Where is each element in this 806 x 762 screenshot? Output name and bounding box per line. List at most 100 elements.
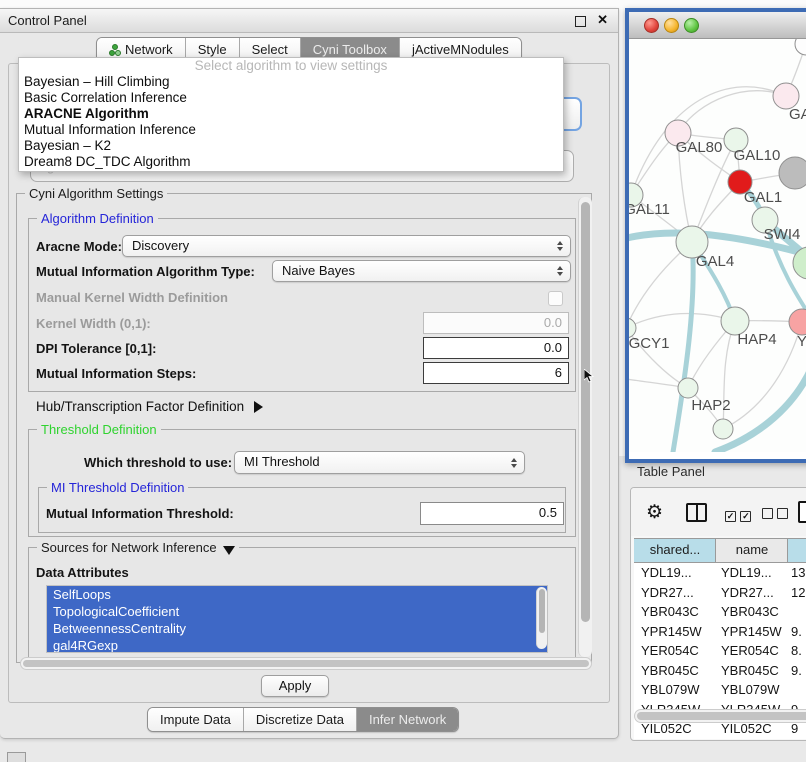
network-view-window: GALGAL80GAL10GAL1GAL11SWI4GAL4GCY1HAP4YH… (625, 8, 806, 463)
network-edge[interactable] (629, 314, 735, 328)
mi-type-combo[interactable]: Naive Bayes (272, 260, 571, 282)
column-header-partial[interactable] (788, 539, 806, 562)
network-node-y[interactable] (789, 309, 806, 335)
algorithm-option-basic-correlation-inference[interactable]: Basic Correlation Inference (19, 90, 563, 106)
network-node[interactable] (713, 419, 733, 439)
which-threshold-combo[interactable]: MI Threshold (234, 451, 525, 474)
network-node-hap2[interactable] (678, 378, 698, 398)
algorithm-option-bayesian-hill-climbing[interactable]: Bayesian – Hill Climbing (19, 74, 563, 90)
dock-panel-icon[interactable] (7, 752, 26, 762)
algorithm-option-aracne-algorithm[interactable]: ARACNE Algorithm (19, 106, 563, 122)
attributes-list-scrollbar[interactable] (536, 587, 547, 649)
node-label-gcy1: GCY1 (629, 335, 669, 352)
column-header-name[interactable]: name (716, 539, 788, 562)
table-row[interactable]: YDR27...YDR27...12 (634, 583, 806, 603)
table-row[interactable]: YPR145WYPR145W9. (634, 622, 806, 642)
table-row[interactable]: YBR045CYBR045C9. (634, 661, 806, 681)
minimize-traffic-light-icon[interactable] (664, 18, 679, 33)
network-edge[interactable] (678, 91, 786, 133)
data-attributes-list[interactable]: SelfLoopsTopologicalCoefficientBetweenne… (46, 585, 548, 653)
unchecked-pair-icon[interactable] (762, 506, 788, 524)
algorithm-option-mutual-information-inference[interactable]: Mutual Information Inference (19, 122, 563, 138)
tab-infer-network[interactable]: Infer Network (357, 708, 458, 731)
manual-kernel-checkbox[interactable] (548, 291, 563, 306)
dpi-tolerance-field[interactable]: 0.0 (423, 337, 569, 359)
attribute-item-selfloops[interactable]: SelfLoops (47, 586, 547, 603)
mi-threshold-field[interactable]: 0.5 (420, 502, 564, 525)
node-label-gal80: GAL80 (676, 139, 723, 156)
mi-steps-field[interactable]: 6 (423, 362, 569, 384)
tab-impute-data[interactable]: Impute Data (148, 708, 244, 731)
algorithm-option-bayesian-k2[interactable]: Bayesian – K2 (19, 138, 563, 154)
network-node[interactable] (795, 39, 806, 55)
node-label-gal10: GAL10 (734, 147, 781, 164)
table-row[interactable]: YDL19...YDL19...13 (634, 563, 806, 583)
table-cell: YBR045C (714, 661, 784, 681)
attribute-item-betweennesscentrality[interactable]: BetweennessCentrality (47, 620, 547, 637)
apply-button[interactable]: Apply (261, 675, 329, 697)
checkbox-empty-icon (777, 508, 788, 519)
node-label-gal11: GAL11 (629, 201, 670, 218)
column-header-shared[interactable]: shared... (634, 539, 716, 562)
close-icon[interactable]: ✕ (597, 12, 608, 28)
settings-vertical-scrollbar[interactable] (578, 197, 592, 657)
table-row[interactable]: YBL079WYBL079W (634, 680, 806, 700)
settings-horizontal-scrollbar[interactable] (20, 657, 592, 670)
checkbox-checked-icon: ✓ (725, 511, 736, 522)
tab-label: Network (125, 42, 173, 57)
sources-title-label: Sources for Network Inference (41, 540, 217, 555)
table-cell: YPR145W (634, 622, 714, 642)
zoom-traffic-light-icon[interactable] (684, 18, 699, 33)
network-canvas[interactable]: GALGAL80GAL10GAL1GAL11SWI4GAL4GCY1HAP4YH… (629, 39, 806, 452)
table-cell: YPR145W (714, 622, 784, 642)
table-cell: 8. (784, 641, 806, 661)
table-panel: ⚙ ✓ ✓ shared...name YDL19...YDL19...13YD… (630, 487, 806, 741)
table-row[interactable]: YER054CYER054C8. (634, 641, 806, 661)
hub-definition-expander[interactable]: Hub/Transcription Factor Definition (36, 399, 263, 414)
network-edge[interactable] (673, 242, 693, 452)
checked-pair-icon[interactable]: ✓ ✓ (725, 506, 751, 524)
node-label-gal4: GAL4 (696, 253, 734, 270)
cyni-algorithm-settings-title: Cyni Algorithm Settings (25, 186, 167, 201)
network-node[interactable] (779, 157, 806, 189)
table-row[interactable]: YBR043CYBR043C (634, 602, 806, 622)
node-label-swi4: SWI4 (764, 226, 801, 243)
dpi-tolerance-label: DPI Tolerance [0,1]: (36, 341, 156, 356)
node-label-hap2: HAP2 (691, 397, 730, 414)
tab-discretize-data[interactable]: Discretize Data (244, 708, 357, 731)
mi-steps-label: Mutual Information Steps: (36, 366, 196, 381)
node-label-hap4: HAP4 (737, 331, 776, 348)
table-cell: YDR27... (634, 583, 714, 603)
table-horizontal-scrollbar-thumb[interactable] (637, 712, 806, 720)
attribute-item-topologicalcoefficient[interactable]: TopologicalCoefficient (47, 603, 547, 620)
settings-vertical-scrollbar-thumb[interactable] (581, 202, 590, 622)
settings-horizontal-scrollbar-thumb[interactable] (23, 660, 589, 667)
sources-title[interactable]: Sources for Network Inference (37, 540, 239, 555)
kernel-width-field[interactable]: 0.0 (423, 312, 569, 334)
table-cell: YDR27... (714, 583, 784, 603)
algorithm-popup-placeholder: Select algorithm to view settings (19, 58, 563, 74)
close-traffic-light-icon[interactable] (644, 18, 659, 33)
control-panel-titlebar[interactable]: Control Panel ✕ (0, 9, 618, 33)
network-graph-icon (109, 44, 121, 56)
algorithm-dropdown-popup: Select algorithm to view settings Bayesi… (18, 57, 564, 172)
algorithm-option-dream8-dc-tdc-algorithm[interactable]: Dream8 DC_TDC Algorithm (19, 154, 563, 170)
attributes-list-scrollbar-thumb[interactable] (539, 589, 545, 633)
table-header-row: shared...name (634, 538, 806, 563)
table-cell (784, 602, 806, 622)
network-window-titlebar[interactable] (629, 12, 806, 39)
attribute-item-gal4rgexp[interactable]: gal4RGexp (47, 637, 547, 653)
split-columns-icon[interactable] (686, 503, 707, 522)
hub-definition-label: Hub/Transcription Factor Definition (36, 399, 244, 414)
aracne-mode-combo[interactable]: Discovery (122, 235, 571, 257)
table-cell: 9. (784, 661, 806, 681)
table-cell: YER054C (634, 641, 714, 661)
algorithm-popup-list: Bayesian – Hill ClimbingBasic Correlatio… (19, 74, 563, 170)
table-cell: YDL19... (634, 563, 714, 583)
table-cell: YBL079W (634, 680, 714, 700)
float-icon[interactable] (575, 16, 586, 27)
gear-icon[interactable]: ⚙ (646, 501, 663, 524)
table-horizontal-scrollbar[interactable] (634, 709, 806, 723)
document-icon[interactable] (798, 501, 806, 523)
spinner-arrows-icon (511, 458, 517, 468)
